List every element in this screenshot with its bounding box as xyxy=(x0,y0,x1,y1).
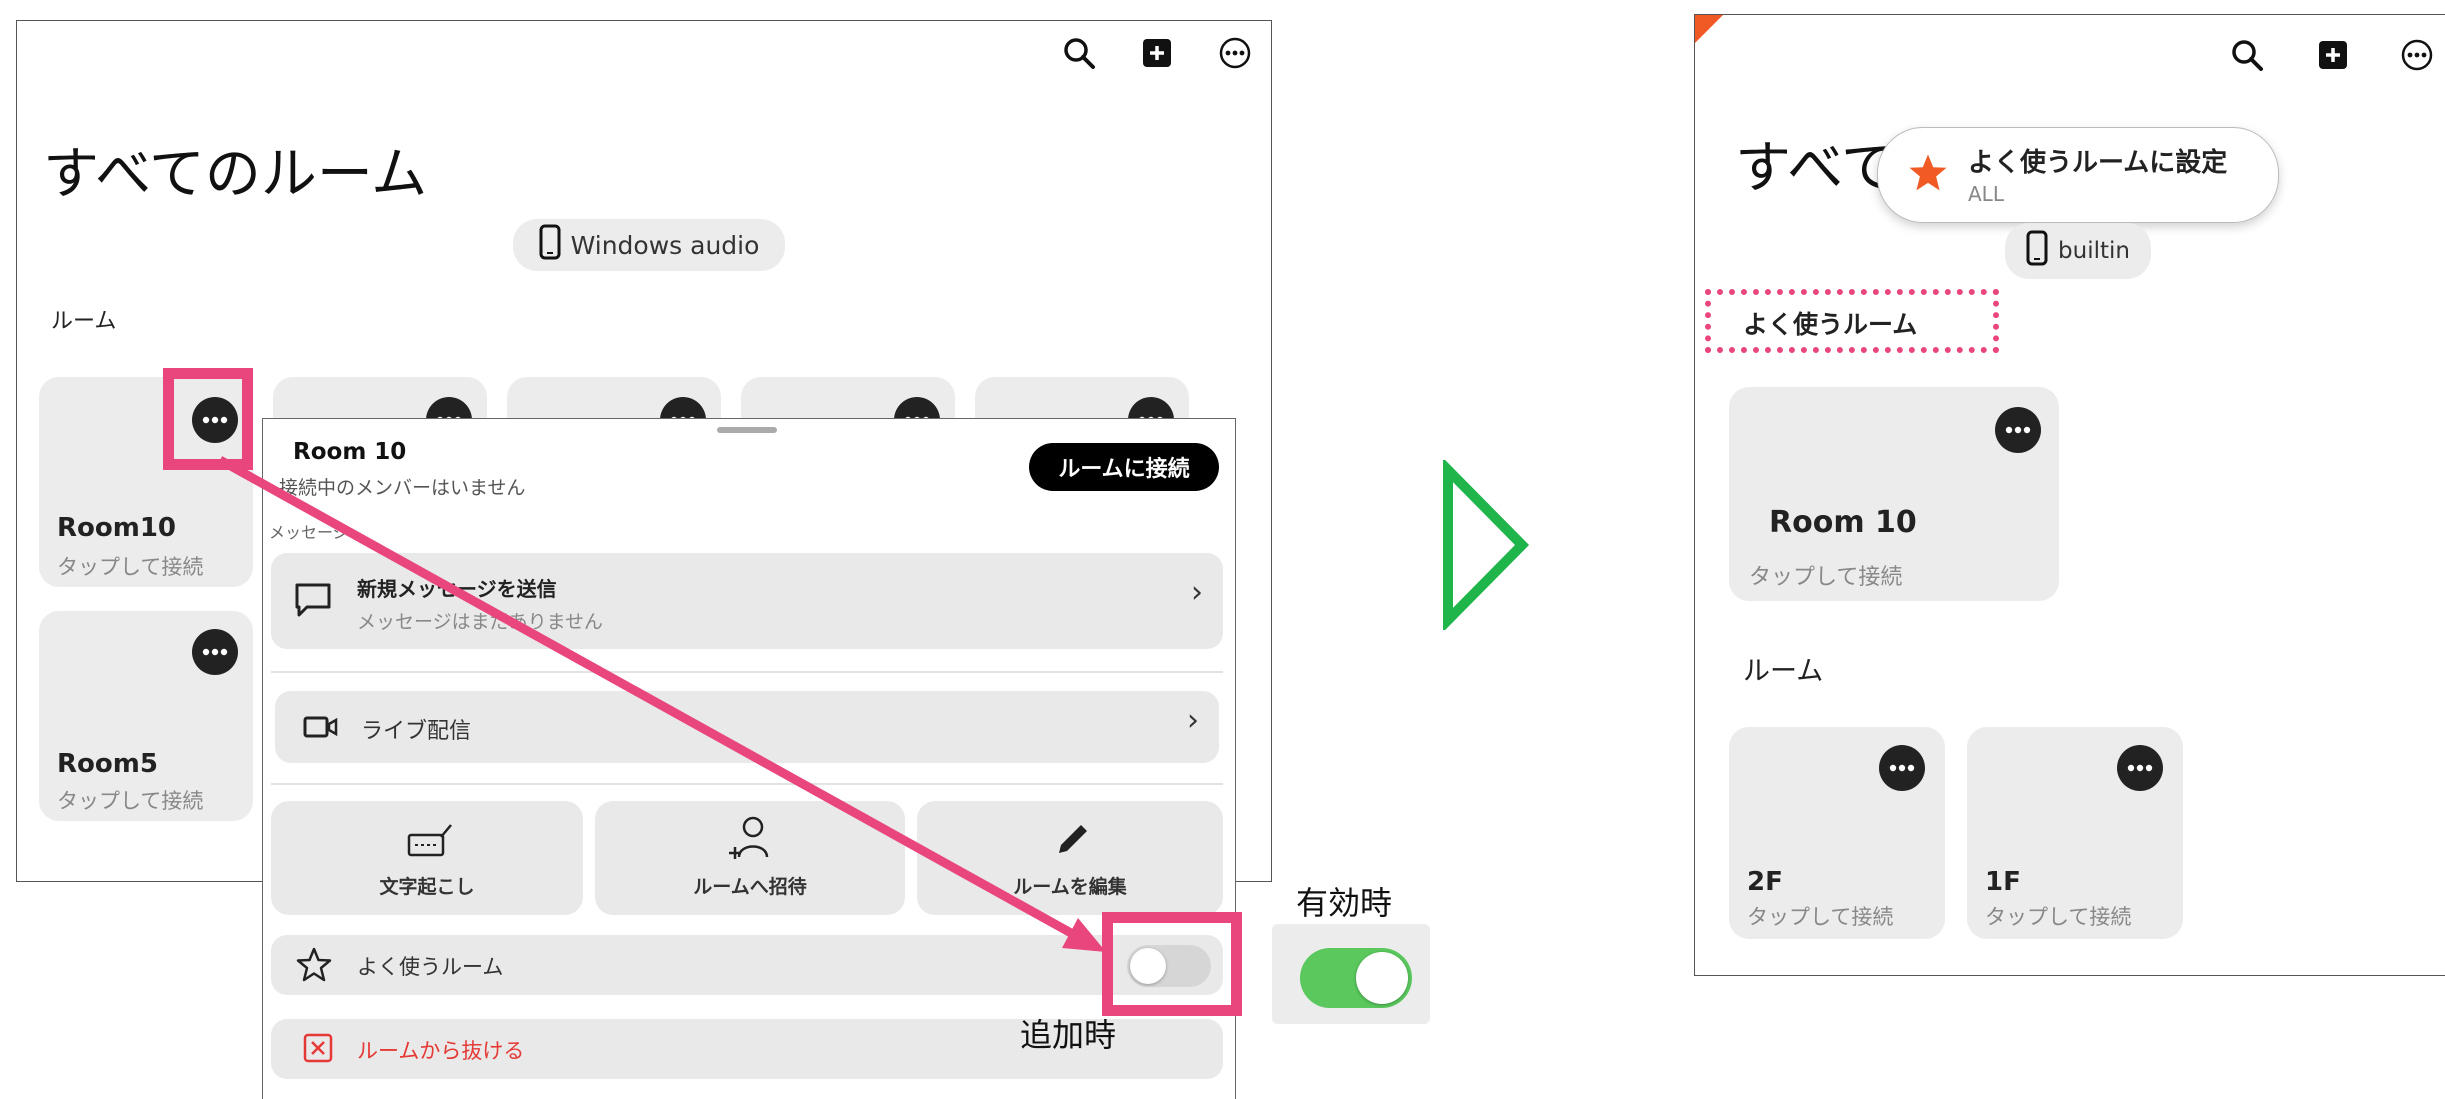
favorites-section-label: よく使うルーム xyxy=(1743,310,1918,339)
leave-room-label: ルームから抜ける xyxy=(357,1039,525,1063)
device-pill[interactable]: builtin xyxy=(2005,223,2151,279)
more-menu-icon[interactable] xyxy=(2395,33,2439,77)
enabled-label: 有効時 xyxy=(1296,884,1393,922)
room-name: Room 10 xyxy=(1769,505,1917,540)
favorite-toast: よく使うルームに設定 ALL xyxy=(1877,127,2279,223)
room-tile-1f[interactable]: 1F タップして接続 xyxy=(1967,727,2183,939)
right-screen: すべて よく使うルームに設定 ALL builtin よく使うルーム Room … xyxy=(1694,14,2445,976)
room-hint: タップして接続 xyxy=(1749,565,1903,590)
added-label: 追加時 xyxy=(1020,1016,1117,1054)
transition-arrow-icon xyxy=(1443,460,1530,630)
room-hint: タップして接続 xyxy=(1747,905,1894,929)
corner-mark xyxy=(1695,15,1723,43)
more-button[interactable] xyxy=(1879,745,1925,791)
exit-icon xyxy=(303,1033,333,1067)
search-icon[interactable] xyxy=(2225,33,2269,77)
favorite-room-tile[interactable]: Room 10 タップして接続 xyxy=(1729,387,2059,601)
room-tile-2f[interactable]: 2F タップして接続 xyxy=(1729,727,1945,939)
toggle-knob xyxy=(1356,952,1408,1004)
toast-subtitle: ALL xyxy=(1968,182,2004,206)
enabled-toggle-example xyxy=(1272,924,1430,1024)
toast-title: よく使うルームに設定 xyxy=(1968,148,2228,178)
room-name: 2F xyxy=(1747,867,1783,897)
device-name: builtin xyxy=(2058,238,2130,264)
more-button[interactable] xyxy=(1995,407,2041,453)
add-icon[interactable] xyxy=(2311,33,2355,77)
phone-icon xyxy=(2026,230,2048,272)
room-hint: タップして接続 xyxy=(1985,905,2132,929)
more-button[interactable] xyxy=(2117,745,2163,791)
toggle-on xyxy=(1300,948,1412,1008)
star-filled-icon xyxy=(1906,152,1950,198)
room-name: 1F xyxy=(1985,867,2021,897)
annotation-arrow xyxy=(217,456,1106,952)
section-label: ルーム xyxy=(1743,656,1824,687)
page-title: すべて xyxy=(1735,136,1897,201)
